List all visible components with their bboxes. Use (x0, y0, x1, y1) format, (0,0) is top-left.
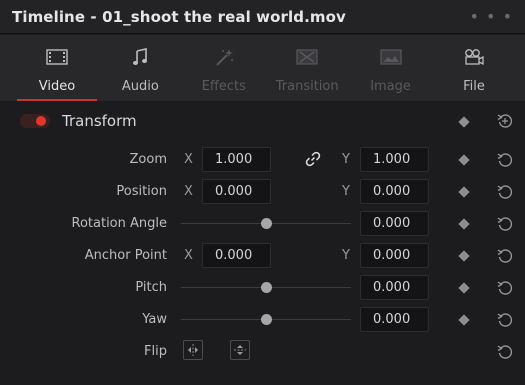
zoom-y-axis-label: Y (342, 152, 350, 167)
zoom-y-field[interactable]: 1.000 (360, 147, 429, 172)
keyframe-diamond-icon[interactable] (458, 314, 470, 326)
yaw-label: Yaw (142, 312, 167, 327)
rotation-angle-slider-handle[interactable] (261, 218, 272, 229)
yaw-row: Yaw 0.000 (0, 304, 525, 336)
pitch-field[interactable]: 0.000 (360, 275, 429, 300)
position-row: Position X 0.000 Y 0.000 (0, 176, 525, 208)
reset-icon[interactable] (497, 312, 513, 328)
rotation-angle-row: Rotation Angle 0.000 (0, 208, 525, 240)
keyframe-diamond-icon[interactable] (458, 282, 470, 294)
keyframe-diamond-icon[interactable] (458, 116, 470, 128)
anchor-point-x-field[interactable]: 0.000 (202, 243, 271, 268)
rotation-angle-label: Rotation Angle (71, 216, 168, 231)
keyframe-diamond-icon[interactable] (458, 154, 470, 166)
flip-label: Flip (144, 344, 167, 359)
tab-file-label: File (463, 79, 485, 94)
more-options-icon[interactable]: • • • (470, 7, 513, 26)
anchor-point-label: Anchor Point (84, 248, 167, 263)
keyframe-diamond-icon[interactable] (458, 186, 470, 198)
flip-vertical-button[interactable] (230, 340, 250, 360)
reset-icon[interactable] (497, 344, 513, 360)
position-x-axis-label: X (184, 184, 193, 199)
reset-icon[interactable] (497, 280, 513, 296)
toggle-knob (36, 116, 46, 126)
yaw-field[interactable]: 0.000 (360, 307, 429, 332)
position-label: Position (116, 184, 167, 199)
flip-row: Flip (0, 336, 525, 368)
magic-wand-icon (214, 47, 234, 67)
tab-audio[interactable]: Audio (101, 35, 179, 101)
transform-panel: Transform Zoom X 1.000 Y 1.000 Position … (0, 101, 525, 385)
transform-header: Transform (0, 101, 525, 141)
zoom-x-field[interactable]: 1.000 (202, 147, 271, 172)
pitch-slider-handle[interactable] (261, 282, 272, 293)
zoom-label: Zoom (129, 152, 167, 167)
tab-file[interactable]: File (435, 35, 513, 101)
tab-video[interactable]: Video (17, 35, 97, 101)
reset-icon[interactable] (497, 184, 513, 200)
reset-icon[interactable] (497, 248, 513, 264)
position-x-field[interactable]: 0.000 (202, 179, 271, 204)
flip-horizontal-icon (188, 344, 198, 356)
reset-all-icon[interactable] (497, 113, 513, 129)
yaw-slider-handle[interactable] (261, 314, 272, 325)
transform-enable-toggle[interactable] (20, 114, 50, 128)
anchor-point-row: Anchor Point X 0.000 Y 0.000 (0, 240, 525, 272)
anchor-point-y-field[interactable]: 0.000 (360, 243, 429, 268)
flip-horizontal-button[interactable] (183, 340, 203, 360)
pitch-row: Pitch 0.000 (0, 272, 525, 304)
pitch-label: Pitch (135, 280, 167, 295)
transition-icon (296, 47, 318, 67)
tab-effects[interactable]: Effects (185, 35, 263, 101)
tab-video-label: Video (38, 79, 76, 94)
transform-title: Transform (62, 112, 137, 130)
tab-image[interactable]: Image (352, 35, 430, 101)
zoom-row: Zoom X 1.000 Y 1.000 (0, 144, 525, 176)
keyframe-diamond-icon[interactable] (458, 218, 470, 230)
inspector-tabs: Video Audio Effects Transition Image Fil… (0, 35, 525, 101)
keyframe-diamond-icon[interactable] (458, 250, 470, 262)
tab-effects-label: Effects (201, 79, 246, 94)
zoom-x-axis-label: X (184, 152, 193, 167)
reset-icon[interactable] (497, 152, 513, 168)
tab-transition[interactable]: Transition (268, 35, 346, 101)
panel-title-bar: Timeline - 01_shoot the real world.mov •… (0, 0, 525, 34)
position-y-field[interactable]: 0.000 (360, 179, 429, 204)
tab-transition-label: Transition (275, 79, 339, 94)
anchor-point-x-axis-label: X (184, 248, 193, 263)
image-icon (379, 47, 402, 67)
file-icon (463, 47, 485, 67)
position-y-axis-label: Y (342, 184, 350, 199)
reset-icon[interactable] (497, 216, 513, 232)
link-icon[interactable] (305, 151, 321, 167)
music-note-icon (132, 47, 148, 67)
tab-image-label: Image (370, 79, 411, 94)
panel-title: Timeline - 01_shoot the real world.mov (12, 7, 346, 26)
film-icon (46, 47, 68, 67)
tab-audio-label: Audio (121, 79, 159, 94)
flip-vertical-icon (234, 345, 246, 355)
rotation-angle-field[interactable]: 0.000 (360, 211, 429, 236)
anchor-point-y-axis-label: Y (342, 248, 350, 263)
